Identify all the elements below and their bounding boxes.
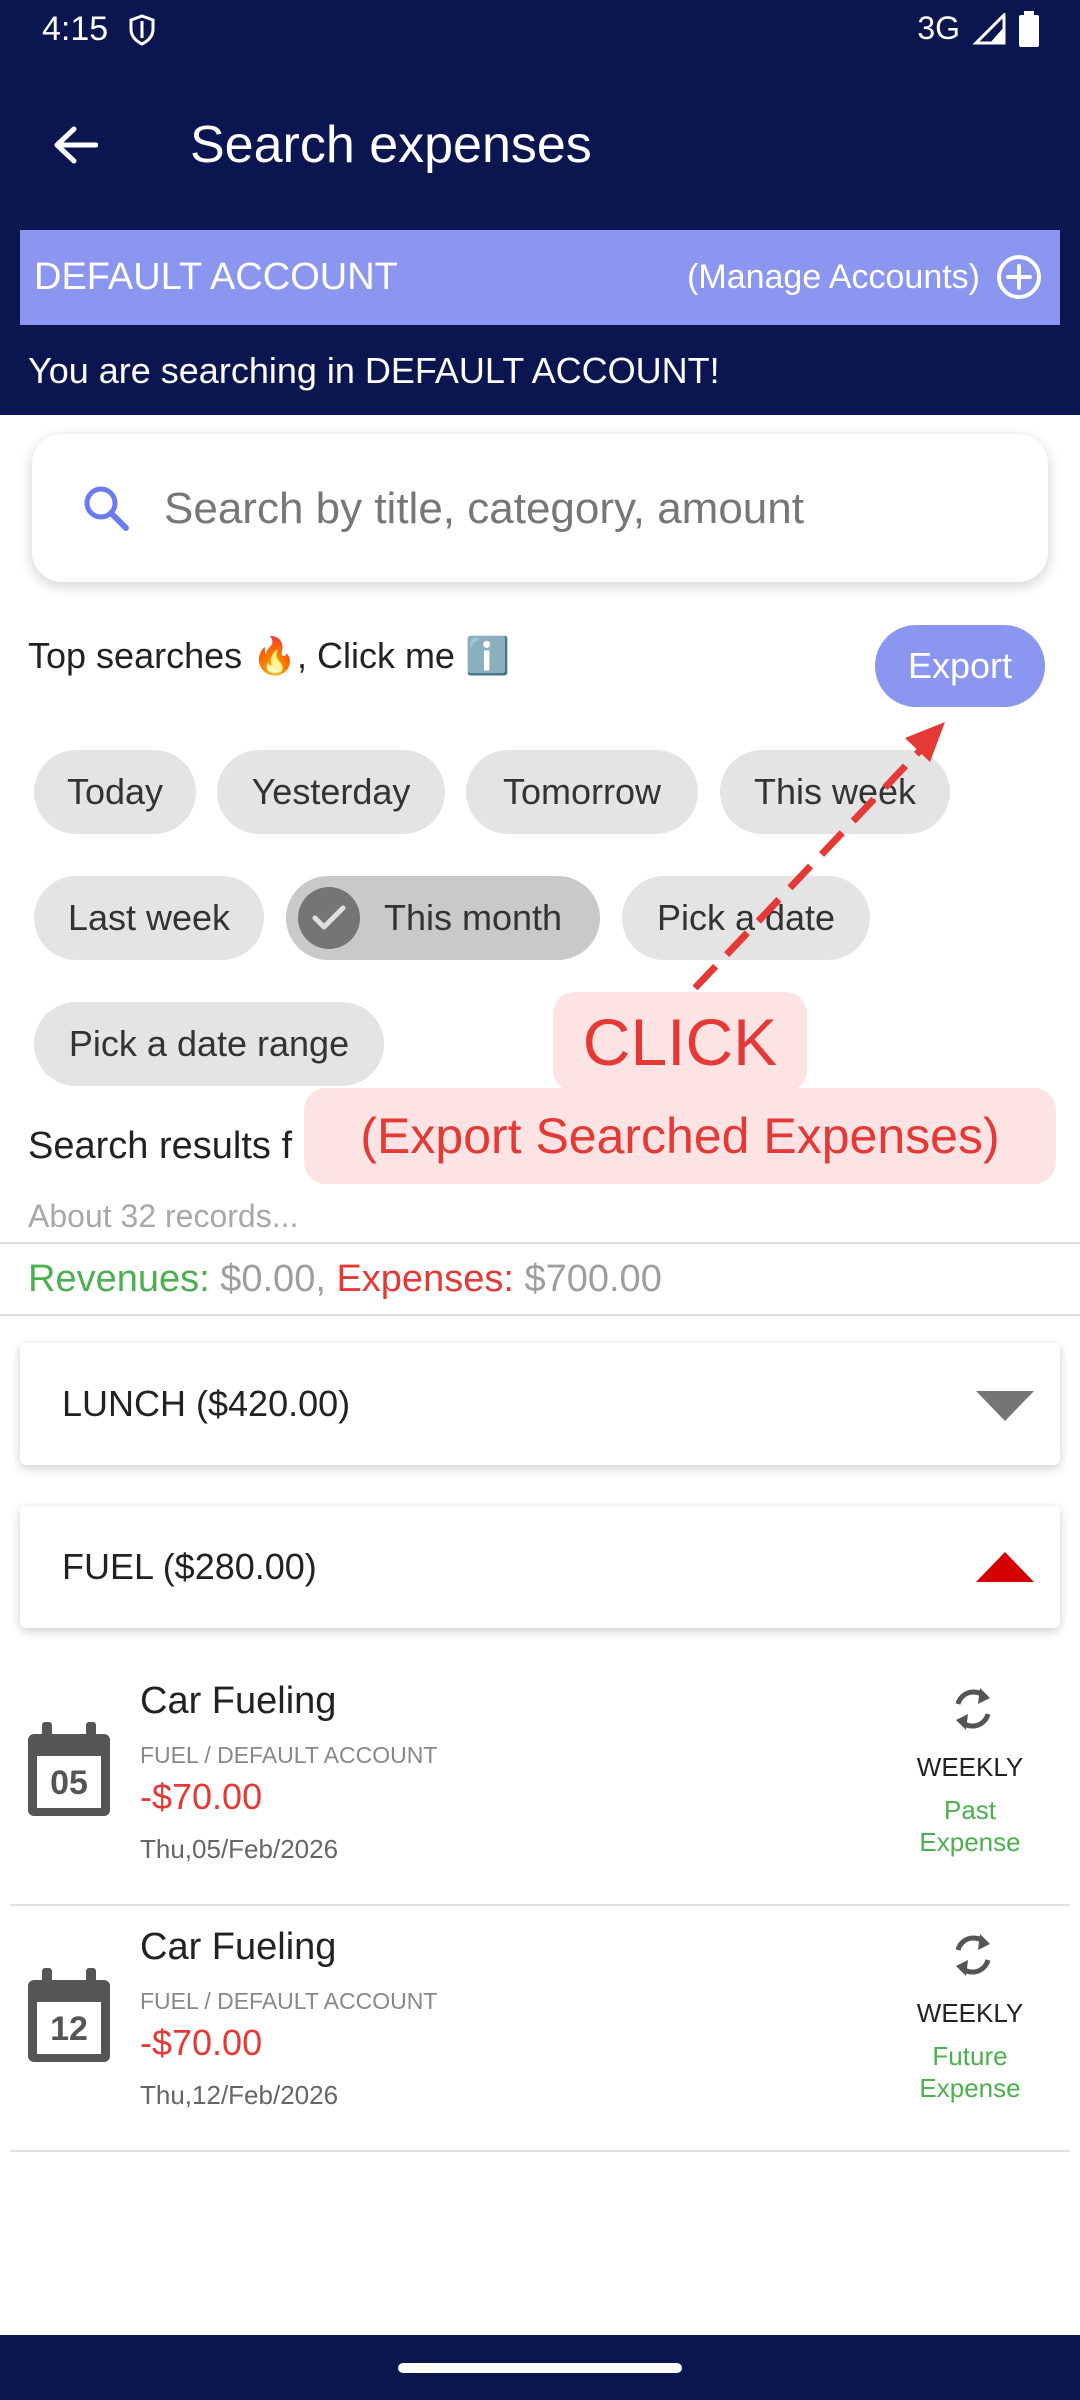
records-count: About 32 records...	[28, 1198, 299, 1234]
expense-status-line1: Future	[932, 2041, 1008, 2071]
home-gesture-handle[interactable]	[398, 2363, 682, 2373]
expense-status-line2: Expense	[919, 2073, 1021, 2103]
totals-summary: Revenues: $0.00, Expenses: $700.00	[28, 1258, 662, 1301]
search-results-title: Search results f	[28, 1125, 292, 1167]
calendar-icon: 05	[28, 1722, 110, 1816]
chip-this-month[interactable]: This month	[286, 876, 600, 960]
expense-row[interactable]: 05 Car Fueling FUEL / DEFAULT ACCOUNT -$…	[10, 1660, 1070, 1906]
expense-title: Car Fueling	[140, 1680, 337, 1722]
back-button[interactable]	[40, 110, 110, 180]
signal-icon	[972, 12, 1006, 44]
chip-last-week[interactable]: Last week	[34, 876, 264, 960]
calendar-day: 12	[50, 2010, 88, 2048]
search-card	[32, 434, 1048, 582]
repeat-icon	[955, 1688, 991, 1730]
status-bar: 4:15 3G	[0, 0, 1080, 60]
status-indicators: 3G	[917, 10, 1040, 47]
account-bar[interactable]: DEFAULT ACCOUNT (Manage Accounts)	[20, 230, 1060, 325]
expense-status: Past Expense	[880, 1794, 1060, 1858]
battery-icon	[1019, 10, 1039, 47]
expense-category: FUEL / DEFAULT ACCOUNT	[140, 1742, 438, 1768]
expense-title: Car Fueling	[140, 1926, 337, 1968]
check-icon	[298, 887, 360, 949]
expense-status: Future Expense	[880, 2040, 1060, 2104]
export-button[interactable]: Export	[875, 625, 1045, 707]
expense-status-line2: Expense	[919, 1827, 1021, 1857]
chip-this-month-label: This month	[384, 897, 563, 938]
calendar-day: 05	[50, 1764, 88, 1802]
group-label: LUNCH ($420.00)	[62, 1383, 351, 1424]
expense-frequency: WEEKLY	[916, 1998, 1024, 2028]
chip-today[interactable]: Today	[34, 750, 196, 834]
expenses-label: Expenses:	[336, 1258, 514, 1300]
caret-up-icon[interactable]	[974, 1542, 1036, 1592]
expense-date: Thu,05/Feb/2026	[140, 1834, 339, 1864]
expense-frequency: WEEKLY	[916, 1752, 1024, 1782]
caret-down-icon[interactable]	[974, 1379, 1036, 1429]
calendar-icon: 12	[28, 1968, 110, 2062]
add-account-icon[interactable]	[996, 254, 1042, 300]
group-fuel[interactable]: FUEL ($280.00)	[20, 1506, 1060, 1628]
expense-amount: -$70.00	[140, 2022, 263, 2063]
page-title: Search expenses	[190, 116, 592, 174]
expenses-value: $700.00	[524, 1258, 662, 1300]
expense-row[interactable]: 12 Car Fueling FUEL / DEFAULT ACCOUNT -$…	[10, 1906, 1070, 2152]
chip-yesterday[interactable]: Yesterday	[217, 750, 445, 834]
navigation-bar	[0, 2335, 1080, 2400]
status-time: 4:15	[42, 10, 109, 48]
app-bar: Search expenses DEFAULT ACCOUNT (Manage …	[0, 60, 1080, 415]
shield-icon	[129, 14, 155, 46]
revenues-label: Revenues:	[28, 1258, 210, 1300]
arrow-left-icon	[54, 126, 98, 164]
expense-category: FUEL / DEFAULT ACCOUNT	[140, 1988, 438, 2014]
chip-this-week[interactable]: This week	[720, 750, 950, 834]
divider	[0, 1314, 1080, 1316]
account-name: DEFAULT ACCOUNT	[34, 256, 398, 298]
expense-date: Thu,12/Feb/2026	[140, 2080, 339, 2110]
chip-pick-a-date[interactable]: Pick a date	[622, 876, 870, 960]
chip-pick-a-date-range[interactable]: Pick a date range	[34, 1002, 384, 1086]
divider	[0, 1242, 1080, 1244]
search-icon	[84, 486, 129, 531]
tutorial-callout-click: CLICK	[553, 992, 807, 1092]
group-label: FUEL ($280.00)	[62, 1546, 317, 1587]
search-input[interactable]	[162, 464, 986, 554]
chip-tomorrow[interactable]: Tomorrow	[466, 750, 698, 834]
group-lunch[interactable]: LUNCH ($420.00)	[20, 1343, 1060, 1465]
searching-account-text: You are searching in DEFAULT ACCOUNT!	[28, 350, 720, 391]
manage-accounts-link[interactable]: (Manage Accounts)	[687, 230, 980, 325]
tutorial-callout-subtitle: (Export Searched Expenses)	[304, 1088, 1056, 1184]
top-searches-label[interactable]: Top searches 🔥, Click me ℹ️	[28, 635, 510, 677]
expense-amount: -$70.00	[140, 1776, 263, 1817]
expense-status-line1: Past	[943, 1795, 997, 1825]
revenues-value: $0.00,	[220, 1258, 326, 1300]
repeat-icon	[955, 1934, 991, 1976]
network-type: 3G	[917, 10, 960, 46]
